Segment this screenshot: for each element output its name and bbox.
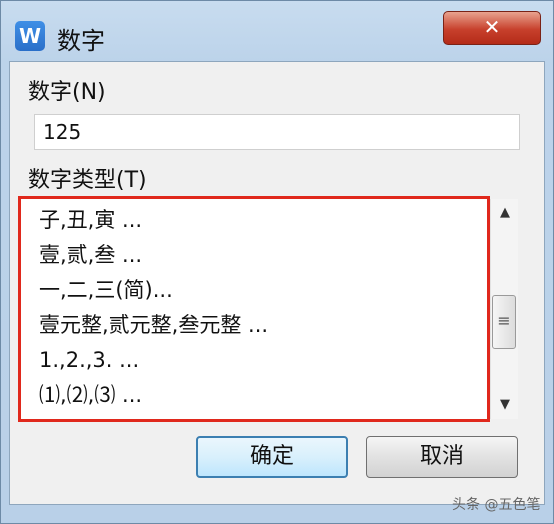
dialog-body: 数字(N) 125 数字类型(T) 子,丑,寅 ... 壹,贰,叁 ... 一,… <box>9 61 545 505</box>
number-type-label: 数字类型(T) <box>28 168 147 193</box>
list-item[interactable]: 壹元整,贰元整,叁元整 ... <box>39 308 477 343</box>
number-input[interactable]: 125 <box>34 114 520 150</box>
scroll-thumb[interactable]: ≡ <box>492 295 516 349</box>
list-item[interactable]: 一,二,三(简)... <box>39 273 477 308</box>
scroll-up-arrow-icon[interactable]: ▲ <box>491 199 519 227</box>
dialog-title: 数字 <box>57 27 105 55</box>
wps-app-icon: W <box>15 21 45 51</box>
number-label: 数字(N) <box>28 80 106 105</box>
list-item[interactable]: ⑴,⑵,⑶ ... <box>39 378 477 413</box>
watermark: 头条 @五色笔 <box>452 497 541 513</box>
list-item[interactable]: 子,丑,寅 ... <box>39 203 477 238</box>
close-button[interactable]: ✕ <box>443 11 541 45</box>
scroll-down-arrow-icon[interactable]: ▼ <box>491 391 519 419</box>
number-type-listbox[interactable]: 子,丑,寅 ... 壹,贰,叁 ... 一,二,三(简)... 壹元整,贰元整,… <box>18 196 490 422</box>
title-bar[interactable]: W 数字 ✕ <box>1 1 553 61</box>
list-item[interactable]: 壹,贰,叁 ... <box>39 238 477 273</box>
ok-button[interactable]: 确定 <box>196 436 348 478</box>
number-dialog: W 数字 ✕ 数字(N) 125 数字类型(T) 子,丑,寅 ... 壹,贰,叁… <box>0 0 554 524</box>
close-icon: ✕ <box>483 15 501 39</box>
list-item[interactable]: 1.,2.,3. ... <box>39 343 477 378</box>
cancel-button[interactable]: 取消 <box>366 436 518 478</box>
list-scrollbar[interactable]: ▲ ≡ ▼ <box>490 199 518 419</box>
